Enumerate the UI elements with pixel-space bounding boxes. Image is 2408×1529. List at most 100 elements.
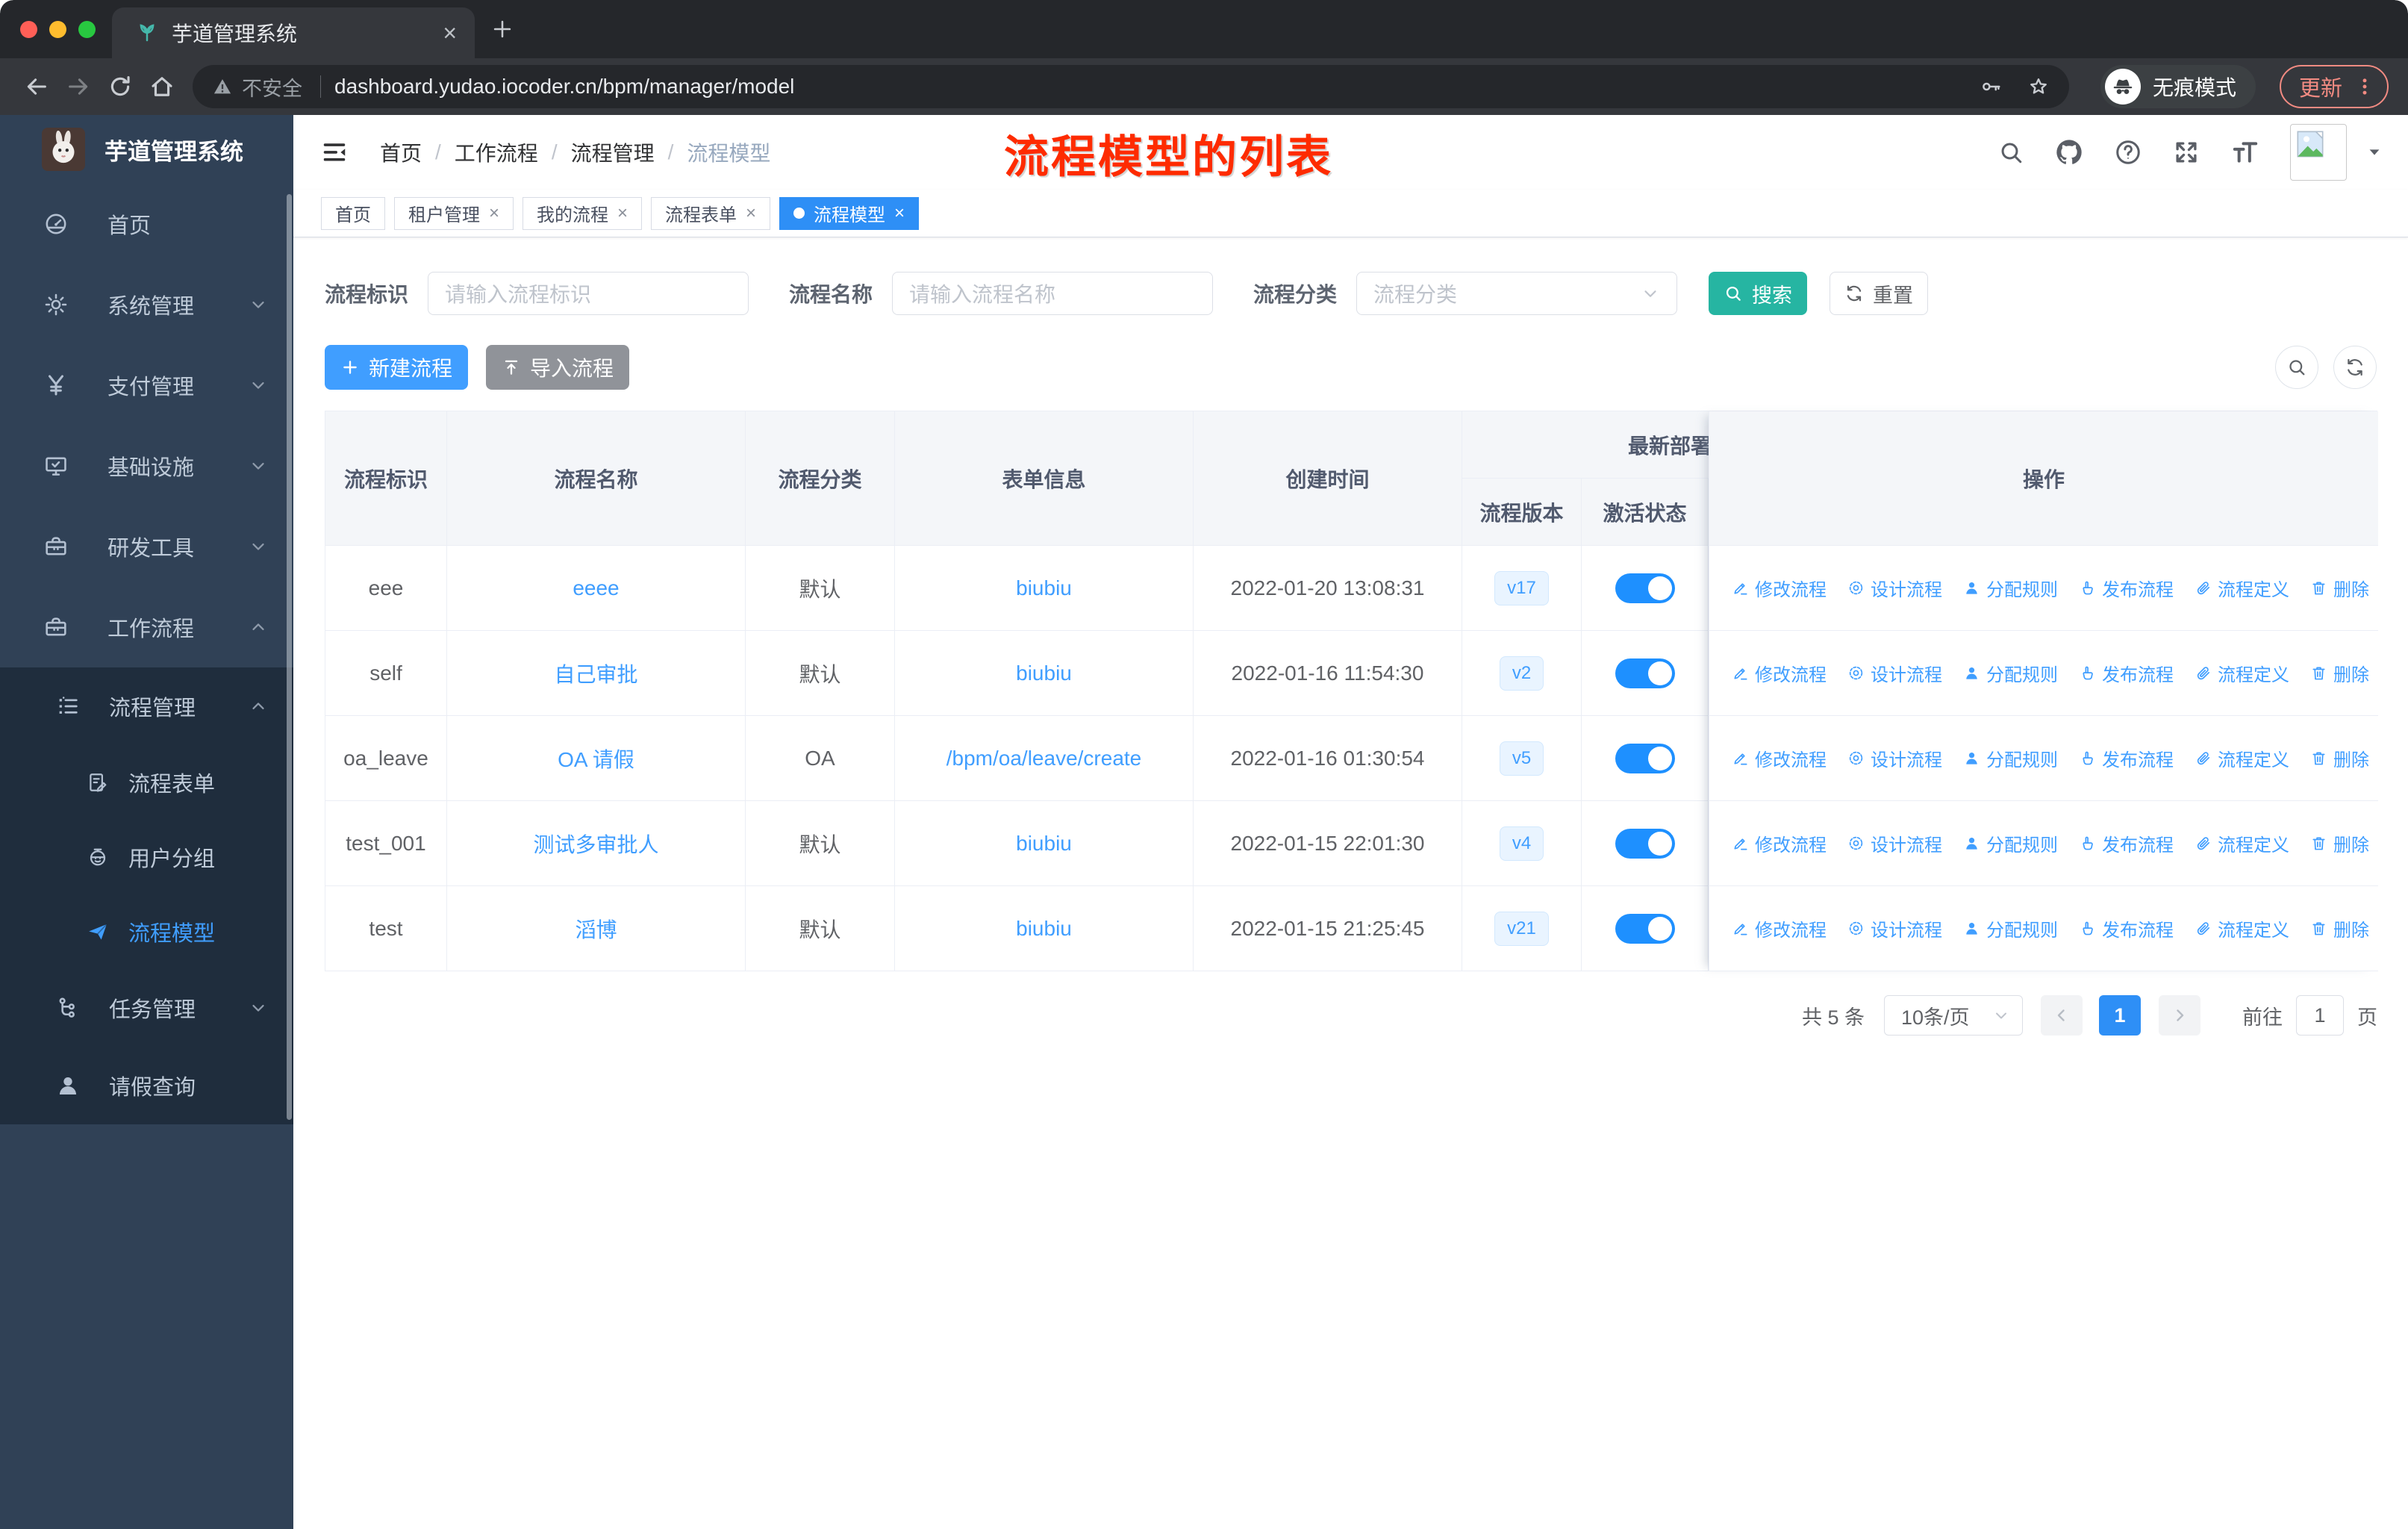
form-info-link[interactable]: biubiu bbox=[1016, 917, 1072, 941]
action-design-link[interactable]: 设计流程 bbox=[1847, 575, 1942, 601]
browser-update-button[interactable]: 更新 bbox=[2279, 65, 2389, 108]
minimize-window-button[interactable] bbox=[49, 21, 66, 38]
breadcrumb-home[interactable]: 首页 bbox=[380, 137, 422, 167]
form-info-link[interactable]: biubiu bbox=[1016, 576, 1072, 600]
forward-button[interactable] bbox=[61, 69, 96, 104]
help-icon[interactable] bbox=[2114, 138, 2142, 166]
sidebar-item-payment[interactable]: 支付管理 bbox=[0, 345, 293, 426]
url-text[interactable]: dashboard.yudao.iocoder.cn/bpm/manager/m… bbox=[334, 75, 1965, 99]
sidebar-item-process-form[interactable]: 流程表单 bbox=[0, 745, 293, 820]
action-design-link[interactable]: 设计流程 bbox=[1847, 830, 1942, 856]
passwords-key-icon[interactable] bbox=[1980, 75, 2002, 98]
tab-process-model[interactable]: 流程模型 × bbox=[779, 196, 920, 230]
tab-home[interactable]: 首页 bbox=[321, 196, 385, 230]
maximize-window-button[interactable] bbox=[78, 21, 96, 38]
sidebar-item-task-mgmt[interactable]: 任务管理 bbox=[0, 969, 293, 1047]
action-assign-link[interactable]: 分配规则 bbox=[1963, 830, 2058, 856]
avatar[interactable] bbox=[2290, 124, 2347, 181]
action-assign-link[interactable]: 分配规则 bbox=[1963, 745, 2058, 771]
address-bar[interactable]: 不安全 dashboard.yudao.iocoder.cn/bpm/manag… bbox=[193, 65, 2069, 108]
goto-page-input[interactable]: 1 bbox=[2296, 995, 2344, 1036]
sidebar-item-process-mgmt[interactable]: 流程管理 bbox=[0, 667, 293, 745]
action-delete-link[interactable]: 删除 bbox=[2310, 575, 2369, 601]
text-size-icon[interactable] bbox=[2230, 137, 2260, 167]
sidebar-collapse-icon[interactable] bbox=[320, 138, 349, 166]
page-size-select[interactable]: 10条/页 bbox=[1884, 995, 2023, 1036]
active-toggle[interactable] bbox=[1615, 743, 1675, 773]
header-search-icon[interactable] bbox=[1997, 139, 2024, 166]
chevron-down-icon[interactable] bbox=[2366, 144, 2383, 161]
tab-tenant[interactable]: 租户管理 × bbox=[394, 196, 514, 230]
process-name-link[interactable]: OA 请假 bbox=[558, 744, 634, 773]
toggle-search-button[interactable] bbox=[2275, 346, 2318, 389]
github-icon[interactable] bbox=[2054, 137, 2084, 167]
security-warning-icon[interactable] bbox=[212, 76, 233, 97]
action-design-link[interactable]: 设计流程 bbox=[1847, 915, 1942, 941]
action-definition-link[interactable]: 流程定义 bbox=[2195, 915, 2289, 941]
sidebar-item-process-model[interactable]: 流程模型 bbox=[0, 894, 293, 969]
version-tag[interactable]: v5 bbox=[1499, 741, 1544, 776]
version-tag[interactable]: v21 bbox=[1494, 911, 1549, 946]
import-process-button[interactable]: 导入流程 bbox=[486, 345, 629, 390]
form-info-link[interactable]: biubiu bbox=[1016, 661, 1072, 685]
close-icon[interactable]: × bbox=[746, 203, 756, 224]
sidebar-item-devtools[interactable]: 研发工具 bbox=[0, 506, 293, 587]
action-publish-link[interactable]: 发布流程 bbox=[2079, 915, 2174, 941]
action-assign-link[interactable]: 分配规则 bbox=[1963, 575, 2058, 601]
sidebar-item-leave-query[interactable]: 请假查询 bbox=[0, 1047, 293, 1124]
new-tab-button[interactable] bbox=[490, 16, 515, 42]
filter-category-select[interactable]: 流程分类 bbox=[1356, 272, 1678, 315]
security-label[interactable]: 不安全 bbox=[242, 72, 302, 102]
sidebar-item-workflow[interactable]: 工作流程 bbox=[0, 587, 293, 667]
action-edit-link[interactable]: 修改流程 bbox=[1732, 660, 1827, 686]
process-name-link[interactable]: 自己审批 bbox=[554, 658, 637, 688]
sidebar-scrollbar[interactable] bbox=[287, 194, 292, 1120]
back-button[interactable] bbox=[19, 69, 54, 104]
browser-tab[interactable]: 芋道管理系统 × bbox=[112, 7, 475, 58]
action-definition-link[interactable]: 流程定义 bbox=[2195, 660, 2289, 686]
close-icon[interactable]: × bbox=[617, 203, 628, 224]
form-info-link[interactable]: biubiu bbox=[1016, 832, 1072, 856]
filter-key-input[interactable]: 请输入流程标识 bbox=[428, 272, 749, 315]
filter-name-input[interactable]: 请输入流程名称 bbox=[892, 272, 1214, 315]
action-edit-link[interactable]: 修改流程 bbox=[1732, 830, 1827, 856]
reload-button[interactable] bbox=[103, 69, 137, 104]
prev-page-button[interactable] bbox=[2041, 995, 2083, 1036]
action-edit-link[interactable]: 修改流程 bbox=[1732, 915, 1827, 941]
tab-process-form[interactable]: 流程表单 × bbox=[651, 196, 771, 230]
search-button[interactable]: 搜索 bbox=[1709, 272, 1808, 315]
app-logo-row[interactable]: 芋道管理系统 bbox=[0, 115, 293, 184]
active-toggle[interactable] bbox=[1615, 573, 1675, 603]
action-edit-link[interactable]: 修改流程 bbox=[1732, 575, 1827, 601]
sidebar-item-infra[interactable]: 基础设施 bbox=[0, 426, 293, 506]
create-process-button[interactable]: 新建流程 bbox=[325, 345, 468, 390]
action-publish-link[interactable]: 发布流程 bbox=[2079, 745, 2174, 771]
next-page-button[interactable] bbox=[2159, 995, 2200, 1036]
close-icon[interactable]: × bbox=[894, 203, 905, 224]
close-window-button[interactable] bbox=[20, 21, 37, 38]
active-toggle[interactable] bbox=[1615, 913, 1675, 944]
home-button[interactable] bbox=[145, 69, 179, 104]
breadcrumb-workflow[interactable]: 工作流程 bbox=[455, 137, 538, 167]
tab-my-process[interactable]: 我的流程 × bbox=[523, 196, 643, 230]
page-number-1[interactable]: 1 bbox=[2099, 995, 2141, 1036]
process-name-link[interactable]: eeee bbox=[573, 576, 619, 600]
action-assign-link[interactable]: 分配规则 bbox=[1963, 660, 2058, 686]
action-definition-link[interactable]: 流程定义 bbox=[2195, 830, 2289, 856]
action-publish-link[interactable]: 发布流程 bbox=[2079, 830, 2174, 856]
action-definition-link[interactable]: 流程定义 bbox=[2195, 575, 2289, 601]
active-toggle[interactable] bbox=[1615, 658, 1675, 688]
action-delete-link[interactable]: 删除 bbox=[2310, 660, 2369, 686]
fullscreen-icon[interactable] bbox=[2172, 138, 2200, 166]
process-name-link[interactable]: 测试多审批人 bbox=[533, 829, 658, 859]
sidebar-item-home[interactable]: 首页 bbox=[0, 184, 293, 264]
action-delete-link[interactable]: 删除 bbox=[2310, 745, 2369, 771]
breadcrumb-process-mgmt[interactable]: 流程管理 bbox=[571, 137, 655, 167]
version-tag[interactable]: v2 bbox=[1499, 655, 1544, 691]
action-assign-link[interactable]: 分配规则 bbox=[1963, 915, 2058, 941]
bookmark-star-icon[interactable] bbox=[2027, 75, 2050, 98]
version-tag[interactable]: v17 bbox=[1494, 570, 1549, 605]
refresh-table-button[interactable] bbox=[2333, 346, 2377, 389]
action-design-link[interactable]: 设计流程 bbox=[1847, 745, 1942, 771]
reset-button[interactable]: 重置 bbox=[1830, 272, 1929, 315]
